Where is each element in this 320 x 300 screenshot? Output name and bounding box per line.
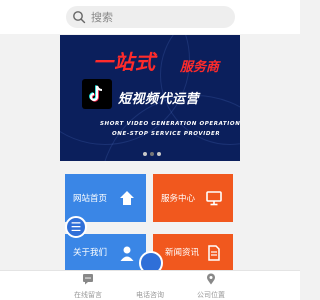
monitor-icon: [206, 191, 222, 206]
nav-item-location[interactable]: 公司位置: [181, 273, 241, 300]
carousel-indicator: [143, 152, 161, 156]
menu-icon: ☰: [70, 220, 82, 234]
message-icon: [83, 274, 93, 285]
nav-item-phone[interactable]: 电话咨询: [120, 273, 180, 300]
floating-menu-button[interactable]: ☰: [65, 216, 87, 238]
carousel-dot-active[interactable]: [150, 152, 154, 156]
nav-label: 公司位置: [197, 291, 225, 299]
carousel-dot[interactable]: [157, 152, 161, 156]
tile-news[interactable]: 新闻资讯: [153, 234, 233, 270]
tile-label: 关于我们: [73, 248, 108, 258]
top-bar: 搜索: [0, 0, 300, 34]
tile-label: 网站首页: [73, 194, 108, 204]
banner-english-line-1: SHORT VIDEO GENERATION OPERATION: [100, 121, 241, 127]
banner-headline-suffix: 服务商: [180, 60, 220, 75]
tile-label: 新闻资讯: [165, 248, 200, 258]
tiktok-logo-icon: [82, 79, 112, 109]
search-input[interactable]: 搜索: [66, 6, 235, 28]
banner-subheadline: 短视频代运营: [118, 92, 200, 107]
nav-item-message[interactable]: 在线留言: [58, 273, 118, 300]
bottom-nav: 在线留言 电话咨询 公司位置: [0, 270, 300, 300]
document-icon: [208, 245, 220, 261]
search-placeholder: 搜索: [91, 11, 113, 24]
tile-service[interactable]: 服务中心: [153, 174, 233, 222]
tile-home[interactable]: 网站首页: [65, 174, 146, 222]
banner-headline: 一站式: [93, 50, 156, 74]
home-icon: [120, 191, 134, 205]
carousel-dot[interactable]: [143, 152, 147, 156]
nav-label: 电话咨询: [136, 291, 164, 299]
tile-about[interactable]: 关于我们: [65, 234, 146, 270]
search-icon: [73, 11, 86, 24]
location-icon: [207, 273, 215, 285]
banner-english-line-2: ONE-STOP SERVICE PROVIDER: [112, 131, 221, 137]
nav-label: 在线留言: [74, 291, 102, 299]
user-icon: [120, 246, 134, 261]
tile-label: 服务中心: [161, 194, 196, 204]
